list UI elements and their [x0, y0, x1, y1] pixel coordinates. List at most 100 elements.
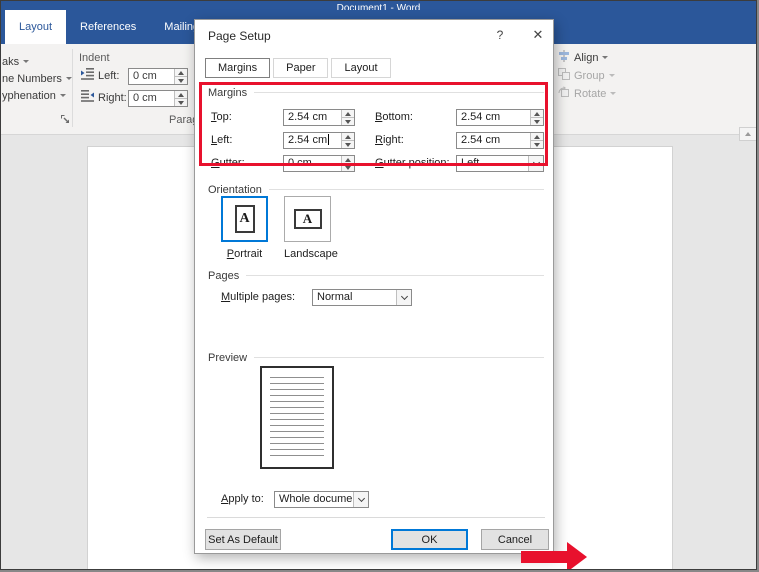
margins-group-legend: Margins [208, 87, 247, 99]
arrow-up-icon [745, 132, 751, 136]
bottom-margin-value[interactable]: 2.54 cm [457, 110, 530, 125]
indent-right-value[interactable]: 0 cm [129, 91, 174, 106]
titlebar: Document1 - Word [1, 1, 756, 10]
window-title: Document1 - Word [337, 3, 421, 10]
arrow-down-icon [178, 101, 184, 105]
chevron-down-icon [609, 74, 615, 77]
spin-up-button[interactable] [342, 133, 354, 140]
set-as-default-button[interactable]: Set As Default [205, 529, 281, 550]
group-button[interactable]: Group [558, 68, 615, 83]
help-button[interactable]: ? [485, 20, 515, 50]
spin-down-button[interactable] [342, 163, 354, 171]
ribbon-tab-references[interactable]: References [66, 10, 150, 44]
portrait-label: Portrait [221, 248, 268, 260]
gutter-position-dropdown[interactable]: Left [456, 155, 544, 172]
orientation-landscape-tile[interactable]: A [284, 196, 331, 242]
top-margin-label: Top: [211, 109, 232, 126]
arrow-head [567, 542, 587, 570]
arrow-up-icon [345, 158, 351, 162]
tab-margins[interactable]: Margins [205, 58, 270, 78]
line-numbers-button[interactable]: ne Numbers [2, 71, 72, 86]
arrow-up-icon [345, 112, 351, 116]
dialog-title: Page Setup [208, 29, 271, 43]
apply-to-value: Whole document [275, 492, 353, 507]
portrait-page-icon: A [235, 205, 255, 233]
chevron-down-icon [602, 56, 608, 59]
landscape-page-icon: A [294, 209, 322, 229]
arrow-down-icon [534, 143, 540, 147]
indent-group-title: Indent [79, 52, 110, 64]
arrow-down-icon [345, 166, 351, 170]
breaks-button[interactable]: aks [2, 54, 29, 69]
hyphenation-button[interactable]: yphenation [2, 88, 66, 103]
right-margin-input[interactable]: 2.54 cm [456, 132, 544, 149]
group-separator [72, 49, 73, 127]
chevron-down-icon [532, 158, 539, 165]
page-setup-launcher-icon[interactable] [61, 112, 71, 127]
arrow-up-icon [534, 112, 540, 116]
chevron-down-icon [60, 94, 66, 97]
dropdown-button[interactable] [353, 492, 368, 507]
breaks-label: aks [2, 56, 19, 68]
gutter-spinner [341, 156, 354, 171]
line-numbers-label: ne Numbers [2, 73, 62, 85]
indent-left-input[interactable]: 0 cm [128, 68, 188, 85]
multiple-pages-value: Normal [313, 290, 396, 305]
align-button[interactable]: Align [558, 50, 608, 65]
gutter-position-value: Left [457, 156, 528, 171]
left-margin-value[interactable]: 2.54 cm [284, 133, 341, 148]
apply-to-dropdown[interactable]: Whole document [274, 491, 369, 508]
spin-down-button[interactable] [342, 140, 354, 148]
bottom-margin-input[interactable]: 2.54 cm [456, 109, 544, 126]
preview-text-lines [270, 377, 324, 457]
chevron-down-icon [357, 494, 364, 501]
indent-right-input[interactable]: 0 cm [128, 90, 188, 107]
preview-group-header: Preview [208, 351, 544, 364]
top-margin-input[interactable]: 2.54 cm [283, 109, 355, 126]
orientation-portrait-tile[interactable]: A [221, 196, 268, 242]
ok-button[interactable]: OK [391, 529, 468, 550]
pages-group-header: Pages [208, 269, 544, 282]
spin-up-button[interactable] [531, 133, 543, 140]
left-margin-input[interactable]: 2.54 cm [283, 132, 355, 149]
multiple-pages-label: Multiple pages: [221, 289, 295, 306]
spin-up-button[interactable] [175, 91, 187, 98]
dropdown-button[interactable] [528, 156, 543, 171]
tab-paper[interactable]: Paper [273, 58, 328, 78]
top-margin-value[interactable]: 2.54 cm [284, 110, 341, 125]
indent-left-value[interactable]: 0 cm [129, 69, 174, 84]
align-icon [558, 50, 570, 65]
right-margin-value[interactable]: 2.54 cm [457, 133, 530, 148]
hyphenation-label: yphenation [2, 90, 56, 102]
arrow-up-icon [534, 135, 540, 139]
multiple-pages-dropdown[interactable]: Normal [312, 289, 412, 306]
spin-down-button[interactable] [175, 98, 187, 106]
landscape-label: Landscape [284, 248, 331, 260]
tab-layout[interactable]: Layout [331, 58, 390, 78]
spin-up-button[interactable] [531, 110, 543, 117]
dropdown-button[interactable] [396, 290, 411, 305]
bottom-margin-spinner [530, 110, 543, 125]
ribbon-tab-layout[interactable]: Layout [5, 10, 66, 44]
arrow-down-icon [178, 79, 184, 83]
spin-down-button[interactable] [531, 117, 543, 125]
spin-down-button[interactable] [175, 76, 187, 84]
close-icon[interactable]: ✕ [523, 20, 553, 50]
word-window: Document1 - Word Layout References Maili… [0, 0, 757, 570]
gutter-value[interactable]: 0 cm [284, 156, 341, 171]
rotate-button[interactable]: Rotate [558, 86, 616, 101]
align-label: Align [574, 52, 598, 64]
margins-group-header: Margins [208, 86, 544, 99]
indent-left-icon [81, 68, 94, 83]
spin-down-button[interactable] [342, 117, 354, 125]
spin-up-button[interactable] [342, 156, 354, 163]
group-label: Group [574, 70, 605, 82]
arrow-up-icon [178, 71, 184, 75]
spin-up-button[interactable] [342, 110, 354, 117]
spin-down-button[interactable] [531, 140, 543, 148]
chevron-down-icon [23, 60, 29, 63]
scrollbar-up-button[interactable] [739, 127, 757, 141]
gutter-input[interactable]: 0 cm [283, 155, 355, 172]
spin-up-button[interactable] [175, 69, 187, 76]
apply-to-label: Apply to: [221, 491, 264, 508]
